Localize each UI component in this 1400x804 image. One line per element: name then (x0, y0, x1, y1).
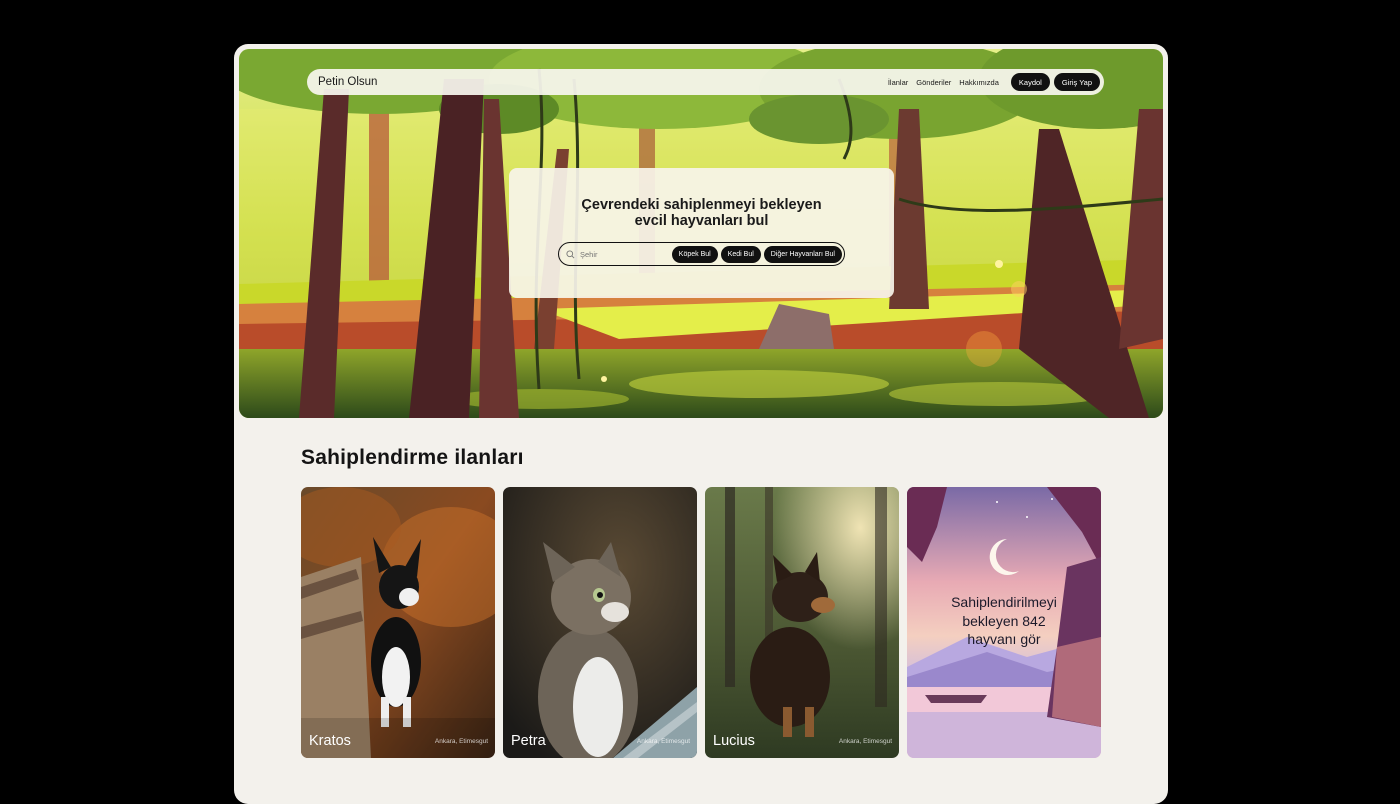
pet-name: Lucius (713, 733, 755, 749)
listings-title: Sahiplendirme ilanları (301, 446, 524, 469)
find-cat-button[interactable]: Kedi Bul (720, 245, 761, 263)
pet-location: Ankara, Etimesgut (434, 738, 488, 745)
pet-card-kratos[interactable]: Kratos Ankara, Etimesgut (301, 487, 495, 758)
cat-photo (503, 487, 697, 758)
login-button[interactable]: Giriş Yap (1053, 73, 1100, 91)
pet-location: Ankara, Etimesgut (838, 738, 892, 745)
puppy-photo (705, 487, 899, 758)
hero-title: Çevrendeki sahiplenmeyi bekleyen evcil h… (581, 197, 822, 229)
auth-buttons: Kaydol Giriş Yap (1007, 73, 1100, 91)
promo-text: Sahiplendirilmeyi bekleyen 842 hayvanı g… (951, 594, 1057, 647)
dog-photo (301, 487, 495, 758)
nav-link-ilanlar[interactable]: İlanlar (888, 78, 908, 87)
brand-logo[interactable]: Petin Olsun (318, 76, 377, 88)
find-dog-button[interactable]: Köpek Bul (671, 245, 718, 263)
nav-link-hakkimizda[interactable]: Hakkımızda (959, 78, 999, 87)
pet-card-lucius[interactable]: Lucius Ankara, Etimesgut (705, 487, 899, 758)
listing-cards: Kratos Ankara, Etimesgut Petra Ankara, E… (301, 487, 1101, 758)
find-other-animals-button[interactable]: Diğer Hayvanları Bul (763, 245, 842, 263)
search-bar: Köpek Bul Kedi Bul Diğer Hayvanları Bul (558, 242, 845, 266)
hero-section: Petin Olsun İlanlar Gönderiler Hakkımızd… (239, 49, 1163, 418)
search-buttons: Köpek Bul Kedi Bul Diğer Hayvanları Bul (671, 245, 842, 263)
top-navbar: Petin Olsun İlanlar Gönderiler Hakkımızd… (307, 69, 1104, 95)
pet-card-petra[interactable]: Petra Ankara, Etimesgut (503, 487, 697, 758)
nav-links: İlanlar Gönderiler Hakkımızda Kaydol Gir… (888, 73, 1100, 91)
nav-link-gonderiler[interactable]: Gönderiler (916, 78, 951, 87)
see-all-card[interactable]: Sahiplendirilmeyi bekleyen 842 hayvanı g… (907, 487, 1101, 758)
signup-button[interactable]: Kaydol (1010, 73, 1050, 91)
search-card: Çevrendeki sahiplenmeyi bekleyen evcil h… (509, 168, 894, 298)
pet-name: Kratos (309, 733, 351, 749)
pet-name: Petra (511, 733, 546, 749)
city-search-input[interactable] (580, 249, 650, 259)
search-icon (565, 249, 575, 259)
browser-page: Petin Olsun İlanlar Gönderiler Hakkımızd… (234, 44, 1168, 804)
pet-location: Ankara, Etimesgut (636, 738, 690, 745)
